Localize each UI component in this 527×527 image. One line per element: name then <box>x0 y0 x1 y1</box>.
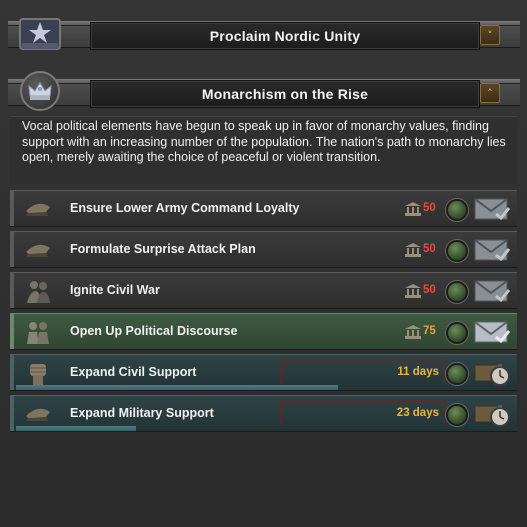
category-title: Proclaim Nordic Unity <box>90 22 480 50</box>
status-indicator <box>446 240 468 262</box>
progress-bar <box>16 426 136 431</box>
progress-bar <box>16 385 338 390</box>
officer-cap-icon <box>24 237 52 263</box>
category-title: Monarchism on the Rise <box>90 80 480 108</box>
decision-name: Ignite Civil War <box>70 283 160 297</box>
officer-cap-icon <box>24 401 52 427</box>
status-indicator <box>446 404 468 426</box>
stopwatch-envelope-icon[interactable] <box>474 360 510 386</box>
decision-row[interactable]: Expand Civil Support 11 days <box>10 354 517 391</box>
decision-row[interactable]: Formulate Surprise Attack Plan 50 <box>10 231 517 268</box>
political-power-cost: 50 <box>423 243 436 255</box>
days-remaining: 11 days <box>397 366 439 378</box>
people-icon <box>24 319 52 345</box>
stopwatch-envelope-icon[interactable] <box>474 401 510 427</box>
officer-cap-icon <box>24 196 52 222</box>
expand-toggle-button[interactable]: ˅ <box>480 25 500 45</box>
decision-row[interactable]: Ensure Lower Army Command Loyalty 50 <box>10 190 517 227</box>
decision-row[interactable]: Expand Military Support 23 days <box>10 395 517 432</box>
status-indicator <box>446 281 468 303</box>
decision-row[interactable]: Ignite Civil War 50 <box>10 272 517 309</box>
political-power-cost: 50 <box>423 202 436 214</box>
category-header-nordic-unity[interactable]: Proclaim Nordic Unity ˅ <box>8 10 520 56</box>
decision-row[interactable]: Open Up Political Discourse 75 <box>10 313 517 350</box>
crown-icon <box>12 68 68 114</box>
decision-name: Open Up Political Discourse <box>70 324 238 338</box>
envelope-icon[interactable] <box>474 237 510 263</box>
crowd-icon <box>24 278 52 304</box>
political-power-icon <box>405 202 421 216</box>
envelope-icon[interactable] <box>474 278 510 304</box>
political-power-icon <box>405 325 421 339</box>
status-indicator <box>446 199 468 221</box>
days-remaining: 23 days <box>396 407 439 419</box>
envelope-icon[interactable] <box>474 319 510 345</box>
political-power-icon <box>405 284 421 298</box>
status-indicator <box>446 363 468 385</box>
category-description: Vocal political elements have begun to s… <box>10 116 517 184</box>
decision-name: Formulate Surprise Attack Plan <box>70 242 256 256</box>
political-power-cost: 50 <box>423 284 436 296</box>
status-indicator <box>446 322 468 344</box>
chevron-down-icon: ˅ <box>487 28 493 42</box>
political-power-icon <box>405 243 421 257</box>
category-header-monarchism[interactable]: Monarchism on the Rise ˄ <box>8 68 520 114</box>
political-power-cost: 75 <box>423 325 436 337</box>
envelope-icon[interactable] <box>474 196 510 222</box>
fist-icon <box>24 360 52 386</box>
collapse-toggle-button[interactable]: ˄ <box>480 83 500 103</box>
decision-name: Ensure Lower Army Command Loyalty <box>70 201 300 215</box>
nordic-unity-icon <box>12 10 68 56</box>
chevron-up-icon: ˄ <box>487 86 493 100</box>
